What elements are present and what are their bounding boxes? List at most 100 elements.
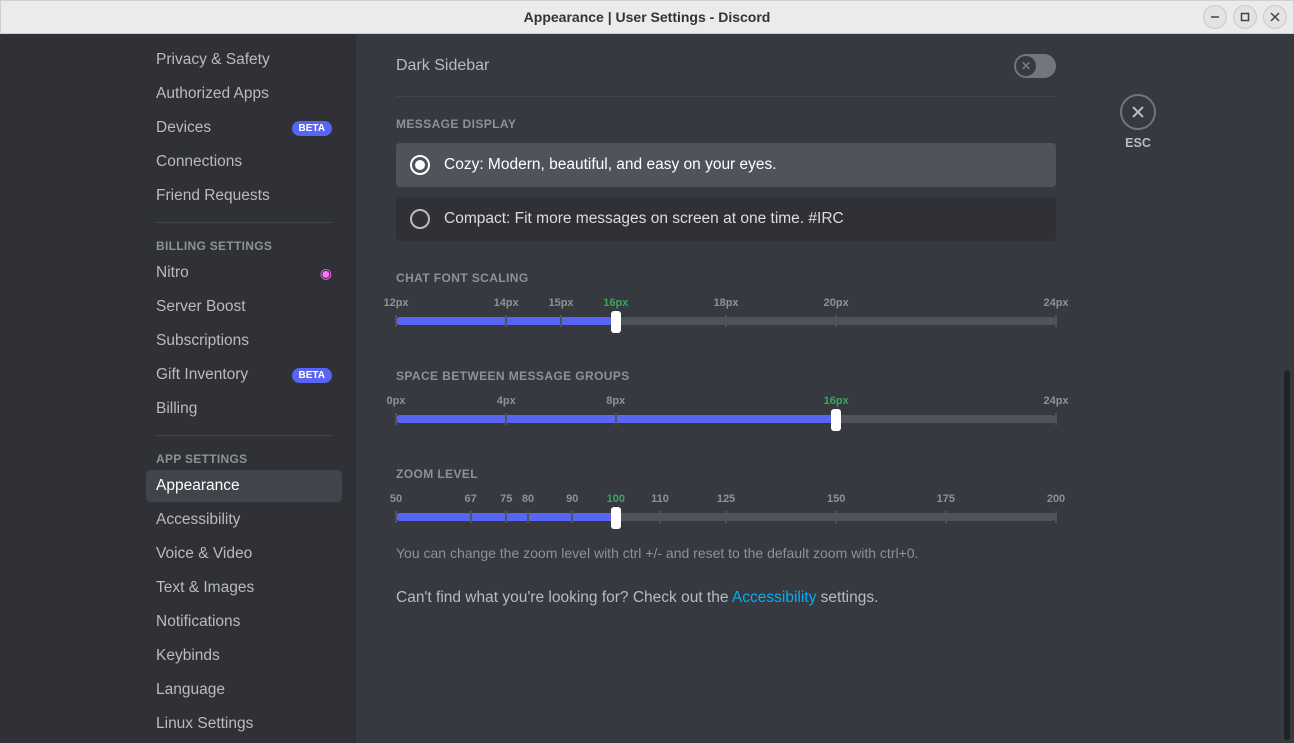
slider-thumb[interactable]: [611, 311, 621, 333]
sidebar-item-server-boost[interactable]: Server Boost: [146, 291, 342, 323]
message-space-header: SPACE BETWEEN MESSAGE GROUPS: [396, 369, 1056, 383]
window-titlebar: Appearance | User Settings - Discord: [0, 0, 1294, 34]
slider-tick-mark: [725, 511, 727, 523]
sidebar-divider: [156, 435, 332, 436]
sidebar-item-label: Voice & Video: [156, 545, 252, 563]
cozy-label: Cozy: Modern, beautiful, and easy on you…: [444, 156, 777, 174]
slider-thumb[interactable]: [831, 409, 841, 431]
sidebar-item-billing[interactable]: Billing: [146, 393, 342, 425]
beta-badge: BETA: [292, 368, 332, 383]
chat-font-scaling-slider[interactable]: 12px14px15px16px18px20px24px: [396, 297, 1056, 339]
sidebar-item-label: Appearance: [156, 477, 240, 495]
message-display-cozy[interactable]: Cozy: Modern, beautiful, and easy on you…: [396, 143, 1056, 187]
slider-tick-label: 75: [500, 493, 512, 505]
slider-tick-label: 175: [937, 493, 955, 505]
slider-thumb[interactable]: [611, 507, 621, 529]
esc-label: ESC: [1120, 136, 1156, 150]
settings-sidebar: Privacy & Safety Authorized Apps DevicesBE…: [0, 34, 356, 743]
maximize-icon: [1240, 12, 1250, 22]
compact-label: Compact: Fit more messages on screen at …: [444, 210, 844, 228]
slider-tick-label: 0px: [387, 395, 406, 407]
radio-unselected-icon: [410, 209, 430, 229]
slider-tick-label: 100: [607, 493, 625, 505]
slider-tick-label: 150: [827, 493, 845, 505]
slider-tick-label: 14px: [494, 297, 519, 309]
divider: [396, 96, 1056, 97]
dark-sidebar-label: Dark Sidebar: [396, 57, 489, 75]
message-space-slider[interactable]: 0px4px8px16px24px: [396, 395, 1056, 437]
slider-tick-mark: [725, 315, 727, 327]
zoom-hint: You can change the zoom level with ctrl …: [396, 545, 1056, 561]
slider-tick-label: 20px: [824, 297, 849, 309]
sidebar-item-voice-video[interactable]: Voice & Video: [146, 538, 342, 570]
slider-tick-label: 15px: [548, 297, 573, 309]
slider-tick-mark: [1055, 511, 1057, 523]
sidebar-item-label: Language: [156, 681, 225, 699]
slider-tick-mark: [659, 511, 661, 523]
sidebar-item-label: Authorized Apps: [156, 85, 269, 103]
accessibility-footer: Can't find what you're looking for? Chec…: [396, 589, 1056, 607]
slider-tick-label: 24px: [1043, 395, 1068, 407]
sidebar-item-gift-inventory[interactable]: Gift Inventory BETA: [146, 359, 342, 391]
beta-badge: BETA: [292, 121, 332, 136]
slider-tick-label: 110: [651, 493, 669, 505]
slider-tick-mark: [560, 315, 562, 327]
slider-tick-mark: [395, 413, 397, 425]
slider-tick-mark: [505, 413, 507, 425]
window-close-button[interactable]: [1263, 5, 1287, 29]
message-display-compact[interactable]: Compact: Fit more messages on screen at …: [396, 197, 1056, 241]
slider-tick-label: 12px: [383, 297, 408, 309]
sidebar-item-language[interactable]: Language: [146, 674, 342, 706]
sidebar-item-authorized-apps[interactable]: Authorized Apps: [146, 78, 342, 110]
sidebar-item-accessibility[interactable]: Accessibility: [146, 504, 342, 536]
slider-tick-label: 16px: [824, 395, 849, 407]
slider-tick-label: 125: [717, 493, 735, 505]
slider-tick-label: 50: [390, 493, 402, 505]
zoom-level-slider[interactable]: 5067758090100110125150175200: [396, 493, 1056, 535]
slider-tick-mark: [395, 511, 397, 523]
sidebar-item-friend-requests[interactable]: Friend Requests: [146, 180, 342, 212]
slider-tick-mark: [1055, 413, 1057, 425]
zoom-level-header: ZOOM LEVEL: [396, 467, 1056, 481]
slider-tick-label: 8px: [606, 395, 625, 407]
slider-tick-mark: [470, 511, 472, 523]
sidebar-item-label: Nitro: [156, 264, 189, 282]
window-title: Appearance | User Settings - Discord: [524, 9, 771, 25]
dark-sidebar-toggle[interactable]: ✕: [1014, 54, 1056, 78]
sidebar-item-devices[interactable]: DevicesBETA: [146, 112, 342, 144]
slider-tick-mark: [615, 413, 617, 425]
sidebar-item-label: Server Boost: [156, 298, 246, 316]
sidebar-item-label: Gift Inventory: [156, 366, 248, 384]
close-settings-button[interactable]: [1120, 94, 1156, 130]
sidebar-item-linux-settings[interactable]: Linux Settings: [146, 708, 342, 740]
slider-tick-mark: [395, 315, 397, 327]
sidebar-header-billing: BILLING SETTINGS: [146, 233, 342, 257]
slider-tick-mark: [505, 511, 507, 523]
sidebar-item-keybinds[interactable]: Keybinds: [146, 640, 342, 672]
sidebar-item-connections[interactable]: Connections: [146, 146, 342, 178]
sidebar-item-label: Accessibility: [156, 511, 240, 529]
radio-selected-icon: [410, 155, 430, 175]
slider-tick-label: 67: [464, 493, 476, 505]
sidebar-item-privacy-safety[interactable]: Privacy & Safety: [146, 44, 342, 76]
slider-tick-mark: [945, 511, 947, 523]
sidebar-item-label: Subscriptions: [156, 332, 249, 350]
slider-tick-label: 90: [566, 493, 578, 505]
sidebar-item-text-images[interactable]: Text & Images: [146, 572, 342, 604]
sidebar-item-label: Notifications: [156, 613, 240, 631]
slider-tick-mark: [505, 315, 507, 327]
sidebar-header-app: APP SETTINGS: [146, 446, 342, 470]
window-minimize-button[interactable]: [1203, 5, 1227, 29]
sidebar-item-appearance[interactable]: Appearance: [146, 470, 342, 502]
slider-tick-mark: [571, 511, 573, 523]
slider-tick-label: 24px: [1043, 297, 1068, 309]
sidebar-item-nitro[interactable]: Nitro◉: [146, 257, 342, 289]
sidebar-item-label: Friend Requests: [156, 187, 270, 205]
sidebar-item-subscriptions[interactable]: Subscriptions: [146, 325, 342, 357]
slider-tick-mark: [835, 511, 837, 523]
accessibility-link[interactable]: Accessibility: [732, 589, 816, 606]
footer-post: settings.: [816, 589, 878, 606]
window-maximize-button[interactable]: [1233, 5, 1257, 29]
content-scrollbar[interactable]: [1284, 370, 1290, 740]
sidebar-item-notifications[interactable]: Notifications: [146, 606, 342, 638]
